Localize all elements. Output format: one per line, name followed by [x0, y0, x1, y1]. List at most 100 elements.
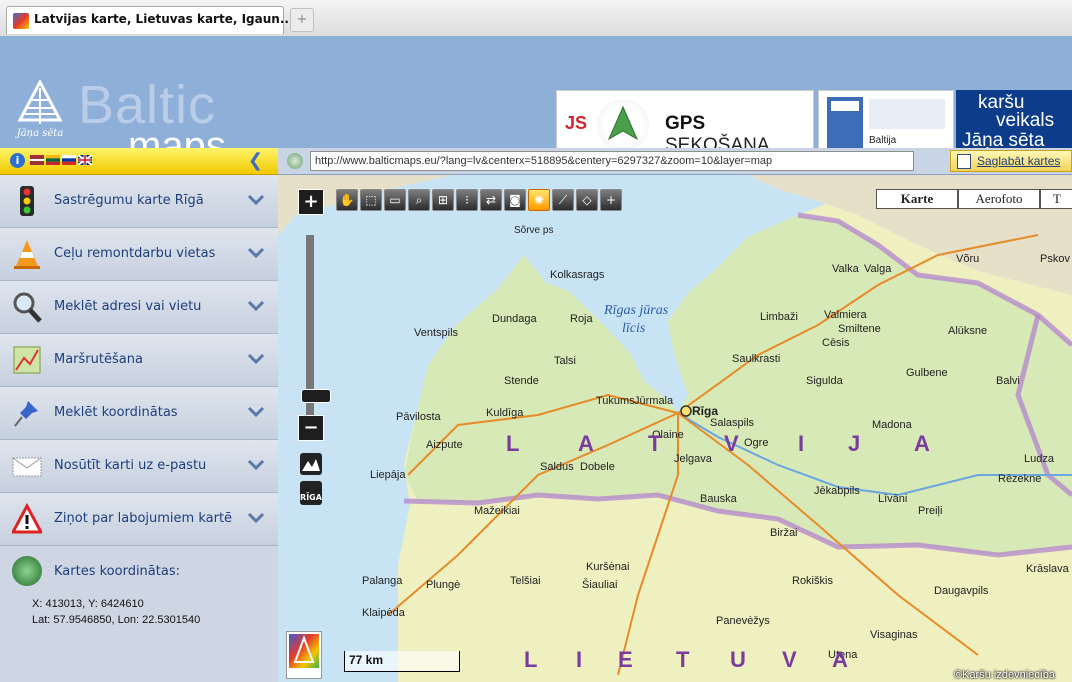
link-globe-icon[interactable]: [287, 153, 303, 169]
map-label-smiltene: Smiltene: [838, 323, 881, 335]
map-label-jekabpils: Jēkabpils: [814, 485, 860, 497]
chevron-down-icon[interactable]: [246, 242, 266, 262]
map-label-sea2: līcis: [622, 321, 646, 336]
map-label-ventspils: Ventspils: [414, 327, 459, 339]
country-letter: U: [730, 647, 748, 672]
jana-seta-logo-icon: Jāņa sēta: [15, 80, 63, 139]
route-tool-button[interactable]: ⇄: [480, 189, 502, 211]
traffic-light-icon: [20, 186, 34, 216]
line-draw-tool-button[interactable]: ⟋: [552, 189, 574, 211]
chevron-down-icon[interactable]: [246, 507, 266, 527]
magnifier-icon: [13, 292, 42, 323]
new-tab-button[interactable]: +: [290, 8, 314, 32]
zoom-box-tool-button[interactable]: ⬚: [360, 189, 382, 211]
uk-flag-icon[interactable]: [78, 155, 92, 165]
browser-tab-strip: Latvijas karte, Lietuvas karte, Igaun...…: [0, 0, 1072, 37]
measure-tool-button[interactable]: ▭: [384, 189, 406, 211]
zoom-slider-handle[interactable]: [301, 389, 331, 403]
sidebar-item-traffic[interactable]: Sastrēgumu karte Rīgā: [0, 175, 278, 228]
map-label-riga: Rīga: [692, 404, 719, 418]
lithuanian-flag-icon[interactable]: [46, 155, 60, 165]
chevron-down-icon[interactable]: [246, 348, 266, 368]
map-label-jelgava: Jelgava: [674, 453, 712, 465]
terrain-toggle-icon[interactable]: [300, 453, 322, 475]
traffic-cone-icon: [14, 240, 40, 269]
scale-bar: 77 km: [344, 651, 460, 672]
country-letter: A: [832, 647, 850, 672]
sidebar-item-label: Meklēt koordinātas: [54, 405, 178, 420]
map-label-sea: Rīgas jūras: [604, 303, 669, 318]
tab-karte[interactable]: Karte: [876, 189, 958, 209]
map-label-valmiera: Valmiera: [824, 309, 867, 321]
latvian-flag-icon[interactable]: [30, 155, 44, 165]
sun-icon: ✺: [533, 193, 545, 207]
map-label-valka: Valka: [832, 263, 859, 275]
map-label-kursenai: Kuršėnai: [586, 561, 630, 573]
rainbow-logo-icon: [289, 634, 319, 668]
info-icon[interactable]: i: [10, 153, 25, 168]
sidebar-item-search[interactable]: Meklēt adresi vai vietu: [0, 281, 278, 334]
sidebar-item-email[interactable]: Nosūtīt karti uz e-pastu: [0, 440, 278, 493]
country-letter: L: [524, 647, 540, 672]
coords-latlon: Lat: 57.9546850, Lon: 22.5301540: [32, 614, 201, 626]
ad-brand: JS: [565, 113, 588, 133]
tab-third-layer[interactable]: T: [1040, 189, 1072, 209]
coords-xy: X: 413013, Y: 6424610: [32, 598, 144, 610]
country-letter: I: [798, 431, 807, 456]
ad-shop-line-2: veikals: [996, 110, 1055, 131]
zoom-slider-track[interactable]: [301, 235, 331, 415]
map-coordinates-panel: Kartes koordinātas: X: 413013, Y: 642461…: [0, 546, 278, 682]
chevron-down-icon[interactable]: [246, 454, 266, 474]
map-url-field[interactable]: http://www.balticmaps.eu/?lang=lv&center…: [310, 151, 914, 171]
chevron-down-icon[interactable]: [246, 295, 266, 315]
zoom-out-button[interactable]: −: [298, 415, 324, 441]
zoom-in-button[interactable]: +: [298, 189, 324, 215]
sidebar-item-coordinates[interactable]: Meklēt koordinātas: [0, 387, 278, 440]
hand-icon: ✋: [339, 193, 355, 207]
balticmaps-favicon-icon: [13, 13, 29, 29]
sidebar-item-routing[interactable]: Maršrutēšana: [0, 334, 278, 387]
map-label-cesis: Cēsis: [822, 337, 850, 349]
map-label-balvi: Balvi: [996, 375, 1020, 387]
tab-aerofoto[interactable]: Aerofoto: [958, 189, 1040, 209]
sidebar-item-roadworks[interactable]: Ceļu remontdarbu vietas: [0, 228, 278, 281]
map-label-gulbene: Gulbene: [906, 367, 948, 379]
map-label-kraslava: Krāslava: [1026, 563, 1069, 575]
map-copyright[interactable]: ©Karšu izdevniecība: [954, 669, 1055, 681]
plus-icon: +: [605, 193, 617, 207]
add-point-tool-button[interactable]: +: [600, 189, 622, 211]
russian-flag-icon[interactable]: [62, 155, 76, 165]
traffic-tool-button[interactable]: ⁝: [456, 189, 478, 211]
transport-tool-button[interactable]: ⊞: [432, 189, 454, 211]
map-canvas[interactable]: Rīgas jūras līcis Sõrve ps Rīga Ventspil…: [278, 175, 1072, 682]
scale-label: 77 km: [349, 653, 384, 667]
map-label-rezekne: Rēzekne: [998, 473, 1042, 485]
route-map-icon: [13, 346, 41, 374]
map-label-aizpute: Aizpute: [426, 439, 463, 451]
bus-icon: ⊞: [437, 193, 449, 207]
pan-tool-button[interactable]: ✋: [336, 189, 358, 211]
polygon-draw-tool-button[interactable]: ◇: [576, 189, 598, 211]
weather-tool-button[interactable]: ✺: [528, 189, 550, 211]
browser-tab[interactable]: Latvijas karte, Lietuvas karte, Igaun...: [6, 6, 294, 34]
save-map-button[interactable]: Saglabāt kartes: [950, 150, 1072, 172]
map-label-tukums: Tukums: [596, 395, 635, 407]
collapse-sidebar-icon[interactable]: ❮: [248, 150, 263, 171]
jana-seta-map-logo[interactable]: [286, 631, 322, 679]
map-label-roja: Roja: [570, 313, 593, 325]
map-label-talsi: Talsi: [554, 355, 577, 367]
traffic-light-icon: ⁝: [465, 193, 469, 207]
country-letter: V: [724, 431, 741, 456]
riga-map-button[interactable]: RĪGA: [300, 481, 322, 505]
chevron-down-icon[interactable]: [246, 401, 266, 421]
map-label-mazeikiai: Mažeikiai: [474, 505, 520, 517]
chevron-down-icon[interactable]: [246, 189, 266, 209]
map-label-limbazi: Limbaži: [760, 311, 798, 323]
country-letter: I: [576, 647, 585, 672]
sidebar-item-report[interactable]: Ziņot par labojumiem kartē: [0, 493, 278, 546]
search-icon: ⌕: [415, 193, 423, 207]
search-tool-button[interactable]: ⌕: [408, 189, 430, 211]
gps-arrow-icon: [597, 99, 649, 151]
camera-tool-button[interactable]: ◙: [504, 189, 526, 211]
save-map-label: Saglabāt kartes: [977, 154, 1061, 168]
